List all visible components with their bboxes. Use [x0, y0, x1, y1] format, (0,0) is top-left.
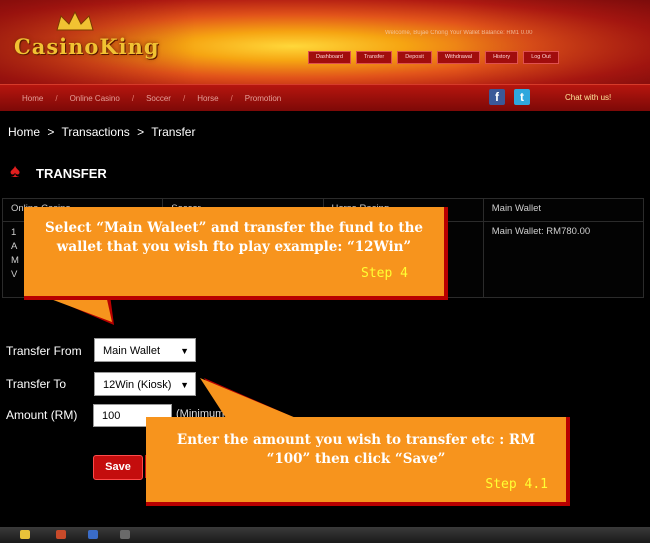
history-button[interactable]: History [485, 51, 519, 64]
transfer-button[interactable]: Transfer [355, 51, 393, 64]
callout-text: Select “Main Waleet” and transfer the fu… [45, 220, 423, 255]
main-nav: Home / Online Casino / Soccer / Horse / … [0, 84, 650, 111]
transfer-to-select[interactable]: 12Win (Kiosk) ▼ [94, 372, 196, 396]
chat-link[interactable]: Chat with us! [565, 93, 611, 102]
app-icon[interactable] [56, 530, 66, 539]
nav-item-home[interactable]: Home [10, 94, 55, 103]
breadcrumb: Home > Transactions > Transfer [8, 125, 199, 139]
save-button[interactable]: Save [93, 455, 143, 480]
col-main-wallet: Main Wallet [482, 198, 645, 222]
breadcrumb-home[interactable]: Home [8, 125, 40, 139]
dropdown-arrow-icon: ▼ [180, 346, 189, 356]
breadcrumb-separator: > [47, 125, 55, 139]
callout-text: Enter the amount you wish to transfer et… [176, 432, 536, 467]
nav-item-horse[interactable]: Horse [185, 94, 230, 103]
callout-pointer [40, 295, 114, 325]
page-title: TRANSFER [36, 166, 107, 181]
dashboard-button[interactable]: Dashboard [308, 51, 351, 64]
twitter-icon[interactable]: t [514, 89, 530, 105]
callout-step-4: Select “Main Waleet” and transfer the fu… [24, 207, 448, 300]
breadcrumb-transactions[interactable]: Transactions [62, 125, 130, 139]
crown-icon [56, 10, 94, 31]
deposit-button[interactable]: Deposit [397, 51, 432, 64]
site-logo[interactable]: CasinoKing [14, 34, 160, 59]
transfer-to-label: Transfer To [6, 377, 67, 391]
breadcrumb-separator: > [137, 125, 145, 139]
logout-button[interactable]: Log Out [523, 51, 559, 64]
transfer-to-value: 12Win (Kiosk) [103, 379, 172, 391]
breadcrumb-current: Transfer [151, 125, 196, 139]
account-buttons: Dashboard Transfer Deposit Withdrawal Hi… [308, 51, 559, 64]
spade-icon: ♠ [10, 161, 21, 182]
folder-icon[interactable] [20, 530, 30, 539]
app-icon[interactable] [88, 530, 98, 539]
dropdown-arrow-icon: ▼ [180, 380, 189, 390]
facebook-icon[interactable]: f [489, 89, 505, 105]
main-wallet-balance: Main Wallet: RM780.00 [482, 221, 645, 298]
amount-label: Amount (RM) [6, 408, 78, 422]
nav-item-promotion[interactable]: Promotion [233, 94, 293, 103]
step-label: Step 4.1 [485, 477, 548, 492]
nav-item-soccer[interactable]: Soccer [134, 94, 183, 103]
nav-item-online-casino[interactable]: Online Casino [58, 94, 132, 103]
app-icon[interactable] [120, 530, 130, 539]
transfer-from-value: Main Wallet [103, 345, 161, 357]
callout-step-4-1: Enter the amount you wish to transfer et… [146, 417, 570, 506]
transfer-from-select[interactable]: Main Wallet ▼ [94, 338, 196, 362]
welcome-balance-text: Welcome, Bujae Chong Your Wallet Balance… [385, 30, 533, 36]
step-label: Step 4 [361, 266, 408, 281]
transfer-from-label: Transfer From [6, 344, 82, 358]
withdrawal-button[interactable]: Withdrawal [436, 51, 481, 64]
